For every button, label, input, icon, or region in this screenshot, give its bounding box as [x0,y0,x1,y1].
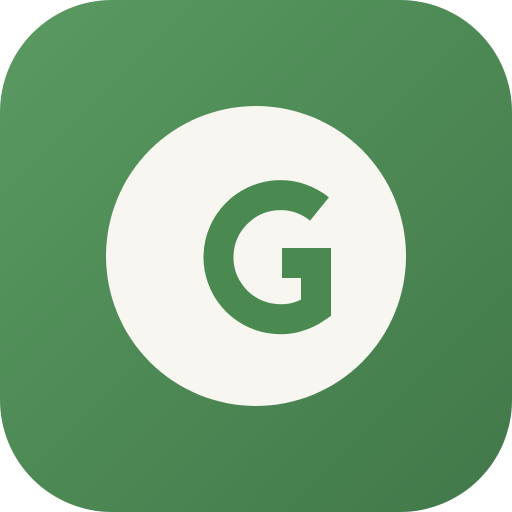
icon-canvas: G [0,0,512,512]
logo-badge: G [106,106,406,406]
app-icon-tile[interactable]: G [0,0,512,512]
letter-g-logo-icon: G [106,106,406,406]
